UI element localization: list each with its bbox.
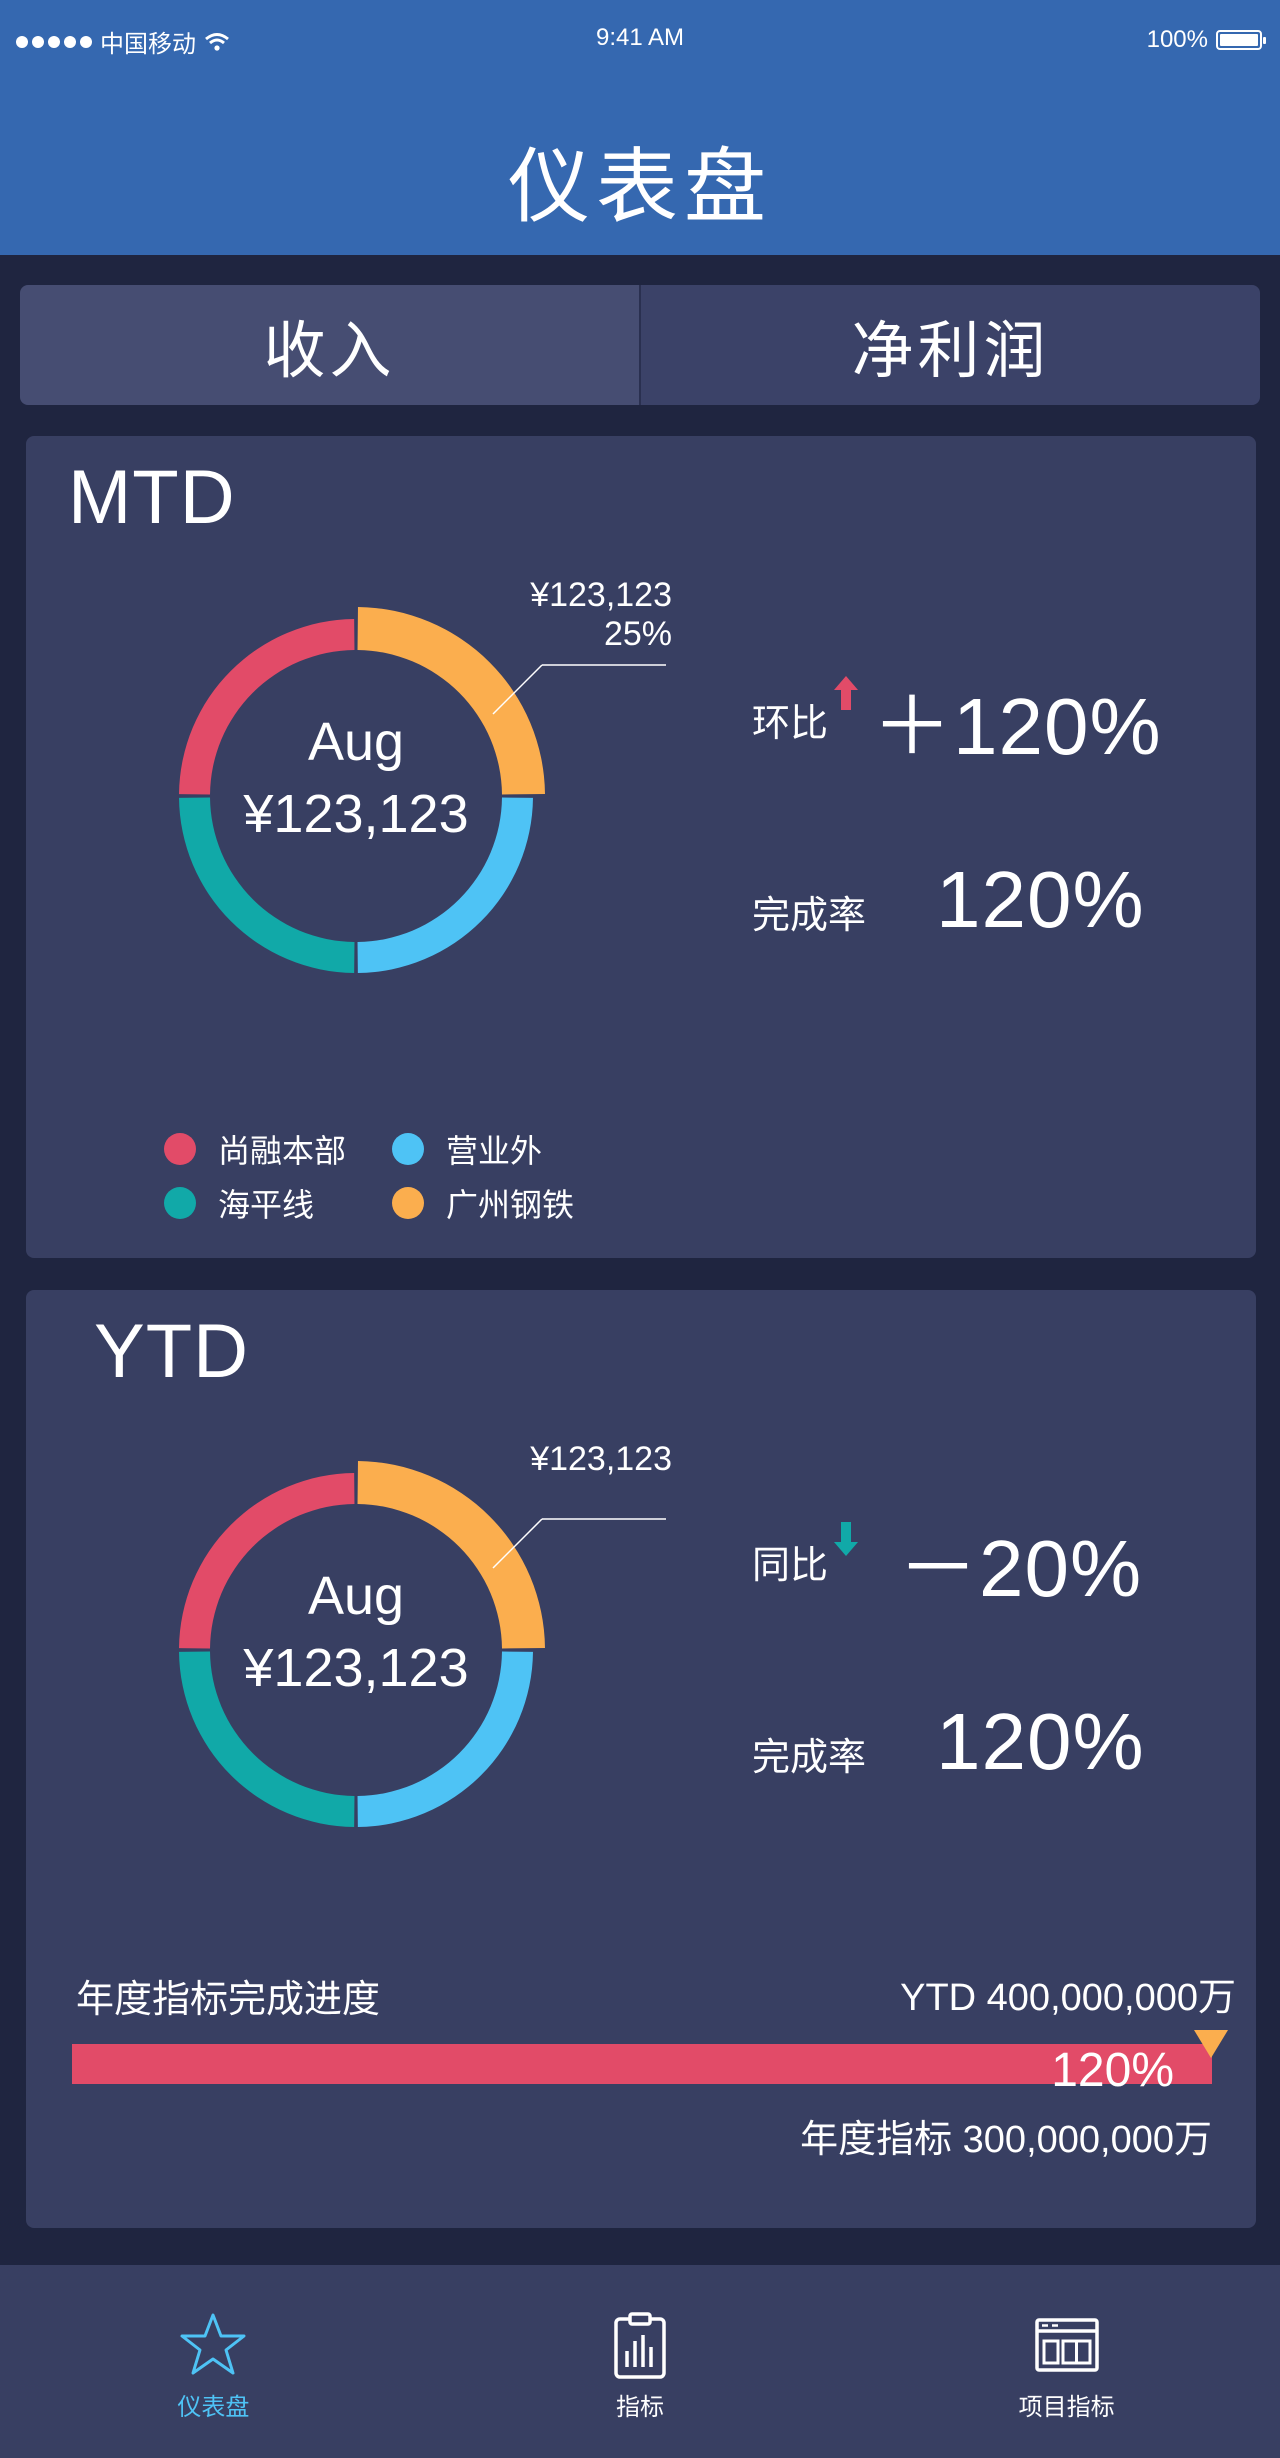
- ytd-yoy-value: －20%: [898, 1524, 1143, 1613]
- legend-dot-cyan: [392, 1133, 424, 1165]
- mtd-center-month: Aug: [307, 712, 405, 772]
- tab-revenue[interactable]: 收入: [20, 285, 639, 405]
- header-bar: 中国移动 9:41 AM 100% 仪表盘: [0, 0, 1280, 255]
- tabbar-item-dashboard[interactable]: 仪表盘: [0, 2265, 427, 2458]
- tabbar-item-project-metrics[interactable]: 项目指标: [853, 2265, 1280, 2458]
- status-bar-battery: 100%: [1146, 26, 1266, 54]
- mtd-mom-value: ＋120%: [872, 682, 1162, 771]
- ytd-donut-chart: Aug ¥123,123: [156, 1430, 672, 1850]
- trend-up-icon: [834, 676, 858, 710]
- mtd-card: MTD Aug ¥123,123 ¥123,123 25% 环比 ＋120% 完…: [26, 436, 1256, 1258]
- legend-item: 尚融本部: [164, 1126, 346, 1172]
- segmented-control: 收入 净利润: [20, 285, 1260, 405]
- tabbar-label: 项目指标: [1018, 2394, 1115, 2421]
- tab-net-profit[interactable]: 净利润: [639, 285, 1260, 405]
- legend-label: 海平线: [218, 1187, 315, 1223]
- progress-target: 年度指标 300,000,000万: [800, 2119, 1212, 2161]
- progress-title: 年度指标完成进度: [76, 1979, 381, 2021]
- ytd-completion-label: 完成率: [752, 1737, 867, 1779]
- browser-window-icon: [1034, 2309, 1100, 2381]
- progress-marker-icon: [1194, 2030, 1228, 2058]
- mtd-completion-value: 120%: [936, 855, 1145, 944]
- legend-label: 尚融本部: [218, 1133, 347, 1169]
- legend-item: 营业外: [392, 1126, 542, 1172]
- status-bar: 中国移动 9:41 AM 100%: [0, 0, 1280, 80]
- mtd-mom-label: 环比: [752, 703, 829, 745]
- clipboard-chart-icon: [613, 2309, 667, 2381]
- battery-percent: 100%: [1146, 26, 1208, 53]
- progress-percent: 120%: [1051, 2044, 1174, 2097]
- page-title: 仪表盘: [507, 142, 772, 233]
- legend-label: 营业外: [446, 1133, 543, 1169]
- tabbar-label: 指标: [616, 2394, 664, 2421]
- tabbar-label: 仪表盘: [177, 2394, 250, 2421]
- ytd-center-value: ¥123,123: [243, 1638, 469, 1698]
- mtd-center-value: ¥123,123: [243, 784, 469, 844]
- progress-bar: 120%: [72, 2044, 1212, 2097]
- progress-ytd-value: YTD 400,000,000万: [900, 1977, 1236, 2019]
- star-icon: [179, 2309, 247, 2381]
- legend-item: 海平线: [164, 1180, 314, 1226]
- legend-item: 广州钢铁: [392, 1180, 574, 1226]
- ytd-callout-value: ¥123,123: [530, 1440, 672, 1478]
- ytd-title: YTD: [94, 1309, 249, 1394]
- ytd-callout: ¥123,123: [486, 1440, 672, 1479]
- mtd-title: MTD: [68, 455, 236, 540]
- ytd-center-month: Aug: [307, 1566, 405, 1626]
- trend-down-icon: [834, 1522, 858, 1556]
- mtd-completion-label: 完成率: [752, 895, 867, 937]
- mtd-center-label: Aug ¥123,123: [156, 706, 556, 850]
- ytd-card: YTD Aug ¥123,123 ¥123,123 同比 －20% 完成率 12…: [26, 1290, 1256, 2228]
- ytd-center-label: Aug ¥123,123: [156, 1560, 556, 1704]
- legend-dot-teal: [164, 1187, 196, 1219]
- legend-dot-orange: [392, 1187, 424, 1219]
- legend-dot-red: [164, 1133, 196, 1165]
- mtd-callout-percent: 25%: [603, 615, 672, 653]
- legend-label: 广州钢铁: [446, 1187, 575, 1223]
- tabbar-item-metrics[interactable]: 指标: [427, 2265, 854, 2458]
- battery-icon: [1216, 30, 1266, 50]
- ytd-yoy-label: 同比: [752, 1545, 829, 1587]
- bottom-tab-bar: 仪表盘 指标 项目指标: [0, 2265, 1280, 2458]
- status-bar-time: 9:41 AM: [595, 24, 685, 51]
- ytd-completion-value: 120%: [936, 1697, 1145, 1786]
- mtd-callout-value: ¥123,123: [530, 576, 672, 614]
- mtd-callout: ¥123,123 25%: [486, 576, 672, 654]
